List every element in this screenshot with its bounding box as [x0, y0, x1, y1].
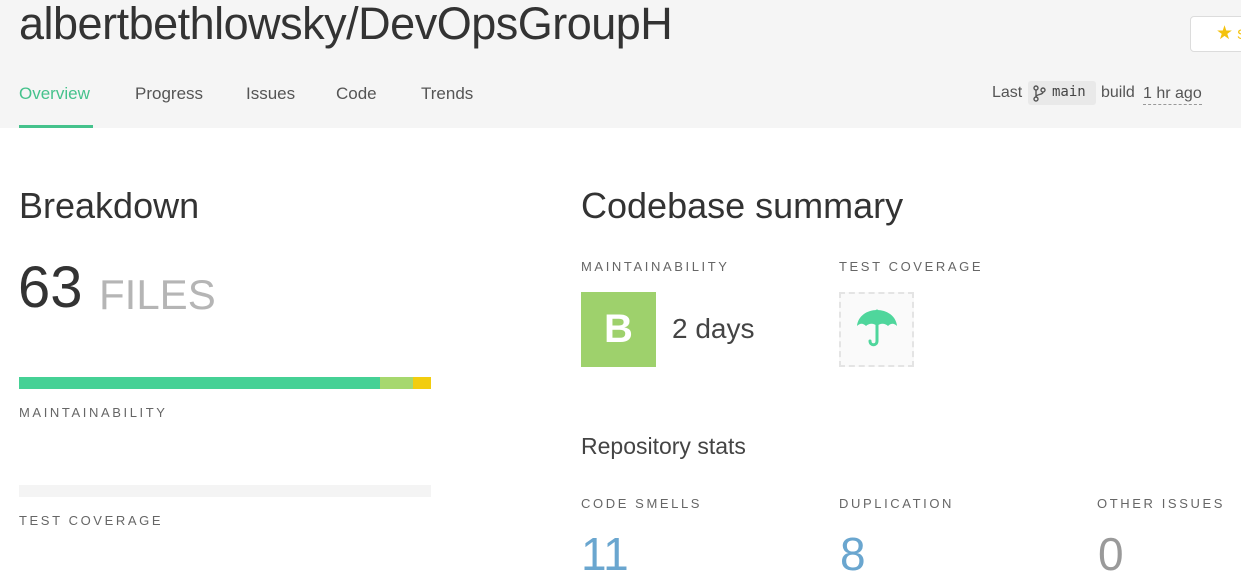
other-issues-count[interactable]: 0: [1098, 527, 1124, 581]
tab-trends[interactable]: Trends: [421, 84, 473, 104]
umbrella-icon: [857, 309, 897, 347]
tab-issues[interactable]: Issues: [246, 84, 295, 104]
test-coverage-bar[interactable]: [19, 485, 431, 497]
tab-overview[interactable]: Overview: [19, 84, 90, 104]
branch-badge: main: [1028, 81, 1096, 105]
maintainability-label: MAINTAINABILITY: [19, 405, 168, 420]
code-smells-count[interactable]: 11: [581, 527, 629, 581]
files-unit-label: FILES: [99, 271, 216, 318]
branch-name: main: [1052, 84, 1086, 100]
maintainability-segment-c[interactable]: [412, 377, 431, 389]
repo-title[interactable]: albertbethlowsky/DevOpsGroupH: [19, 0, 673, 50]
codebase-summary-title: Codebase summary: [581, 185, 904, 226]
last-build-label: Last: [992, 84, 1023, 101]
build-time-link[interactable]: 1 hr ago: [1143, 85, 1202, 105]
files-count: 63: [18, 255, 83, 320]
tab-code[interactable]: Code: [336, 84, 377, 104]
star-button[interactable]: ★ S: [1190, 16, 1241, 52]
active-tab-indicator: [19, 125, 93, 128]
maintainability-segment-a[interactable]: [19, 377, 380, 389]
git-branch-icon: [1033, 85, 1046, 102]
summary-maintainability-label: MAINTAINABILITY: [581, 259, 730, 274]
duplication-count[interactable]: 8: [840, 527, 866, 581]
code-smells-label: CODE SMELLS: [581, 496, 703, 511]
build-label: build: [1101, 84, 1135, 101]
star-icon: ★: [1216, 23, 1234, 44]
duplication-label: DUPLICATION: [839, 496, 955, 511]
other-issues-label: OTHER ISSUES: [1097, 496, 1225, 511]
maintainability-segment-b[interactable]: [379, 377, 413, 389]
tab-progress[interactable]: Progress: [135, 84, 203, 104]
page-header: albertbethlowsky/DevOpsGroupH ★ S Overvi…: [0, 0, 1241, 128]
maintainability-grade-badge[interactable]: B: [581, 292, 656, 367]
maintainability-distribution-bar[interactable]: [19, 377, 431, 389]
star-button-label: S: [1237, 26, 1241, 42]
repository-stats-title: Repository stats: [581, 433, 746, 459]
technical-debt-time[interactable]: 2 days: [672, 313, 755, 345]
breakdown-title: Breakdown: [19, 185, 200, 226]
summary-test-coverage-label: TEST COVERAGE: [839, 259, 984, 274]
test-coverage-setup-box[interactable]: [839, 292, 914, 367]
test-coverage-label: TEST COVERAGE: [19, 513, 164, 528]
